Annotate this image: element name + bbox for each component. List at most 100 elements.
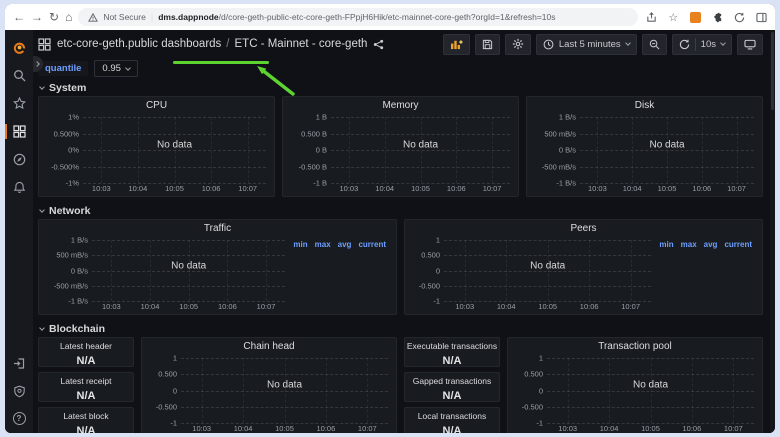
- y-axis-label: 1: [436, 236, 440, 245]
- breadcrumb-folder[interactable]: etc-core-geth.public dashboards: [57, 38, 221, 50]
- time-range-label: Last 5 minutes: [559, 39, 621, 50]
- y-axis: 10.5000-0.500-1: [146, 358, 181, 423]
- stat-title[interactable]: Gapped transactions: [413, 376, 491, 386]
- legend-max[interactable]: max: [315, 240, 331, 249]
- forward-icon[interactable]: →: [31, 11, 43, 23]
- history-icon[interactable]: [732, 10, 746, 24]
- x-axis-label: 10:06: [692, 184, 711, 193]
- legend-avg[interactable]: avg: [704, 240, 718, 249]
- legend-avg[interactable]: avg: [338, 240, 352, 249]
- chart-body: 10.5000-0.500-1No data10:0310:0410:0510:…: [508, 354, 762, 433]
- gridline-v: [456, 117, 457, 183]
- panel-row-network: Traffic1 B/s500 mB/s0 B/s-500 mB/s-1 B/s…: [38, 219, 763, 315]
- save-dashboard-button[interactable]: [475, 34, 500, 55]
- stat-title[interactable]: Latest header: [60, 341, 112, 351]
- chart-body: 1 B/s500 mB/s0 B/s-500 mB/s-1 B/sNo data…: [527, 113, 762, 196]
- y-axis-label: -1: [170, 419, 177, 428]
- gridline-v: [702, 117, 703, 183]
- row-header-network[interactable]: Network: [38, 203, 763, 219]
- time-range-picker[interactable]: Last 5 minutes: [536, 34, 637, 55]
- refresh-interval-label[interactable]: 10s: [701, 39, 716, 50]
- alerting-bell-icon[interactable]: [12, 180, 27, 195]
- panel-title[interactable]: Chain head: [142, 338, 396, 354]
- stat-title[interactable]: Latest block: [63, 411, 108, 421]
- x-axis-label: 10:06: [202, 184, 221, 193]
- help-icon[interactable]: ?: [13, 412, 26, 425]
- panel-title[interactable]: Peers: [405, 220, 762, 236]
- variable-label[interactable]: quantile: [38, 61, 88, 76]
- y-axis-label: 0.500: [158, 370, 177, 379]
- stat-panel-gapped-transactions: Gapped transactionsN/A: [404, 372, 500, 402]
- x-axis: 10:0310:0410:0510:0610:07: [547, 423, 754, 433]
- refresh-button-group[interactable]: 10s: [672, 34, 732, 55]
- address-bar[interactable]: Not Secure | dms.dappnode/d/core-geth-pu…: [78, 8, 638, 26]
- back-icon[interactable]: ←: [13, 11, 25, 23]
- breadcrumb-dashboard-title[interactable]: ETC - Mainnet - core-geth: [235, 38, 368, 50]
- gridline-h: [331, 167, 510, 168]
- cycle-view-mode-button[interactable]: [737, 34, 763, 55]
- gridline-h: [181, 407, 388, 408]
- y-axis: 1 B0.500 B0 B-0.500 B-1 B: [287, 117, 331, 183]
- search-icon[interactable]: [12, 68, 27, 83]
- legend: minmaxavg current: [659, 240, 752, 249]
- panel-cpu: CPU1%0.500%0%-0.500%-1%No data10:0310:04…: [38, 96, 275, 197]
- y-axis-label: -0.500 B: [299, 162, 327, 171]
- y-axis-label: -500 mB/s: [54, 281, 88, 290]
- url-text[interactable]: dms.dappnode/d/core-geth-public-etc-core…: [158, 12, 555, 22]
- chevron-down-icon: [39, 84, 45, 90]
- panel-title[interactable]: Memory: [283, 97, 518, 113]
- dashboard-settings-button[interactable]: [505, 34, 531, 55]
- panel-title[interactable]: CPU: [39, 97, 274, 113]
- explore-compass-icon[interactable]: [12, 152, 27, 167]
- not-secure-warning-icon[interactable]: [88, 13, 98, 22]
- stat-value: N/A: [77, 390, 96, 402]
- legend-min[interactable]: min: [293, 240, 307, 249]
- legend-current[interactable]: current: [724, 240, 752, 249]
- share-icon[interactable]: [644, 10, 658, 24]
- bookmark-star-icon[interactable]: ☆: [666, 10, 680, 24]
- metamask-extension-icon[interactable]: [688, 10, 702, 24]
- share-dashboard-icon[interactable]: [373, 39, 384, 50]
- grafana-logo[interactable]: [12, 40, 27, 55]
- zoom-out-button[interactable]: [642, 34, 667, 55]
- scrollbar-thumb[interactable]: [771, 32, 774, 110]
- panel-row-blockchain: Latest header N/A Latest receipt N/A Latest …: [38, 337, 763, 433]
- panel-title[interactable]: Disk: [527, 97, 762, 113]
- legend-current[interactable]: current: [358, 240, 386, 249]
- y-axis: 1%0.500%0%-0.500%-1%: [43, 117, 83, 183]
- browser-toolbar: ← → ↻ ⌂ Not Secure | dms.dappnode/d/core…: [5, 4, 775, 30]
- dashboard-main: etc-core-geth.public dashboards / ETC - …: [33, 30, 775, 433]
- server-admin-shield-icon[interactable]: [12, 384, 27, 399]
- y-axis-label: -1 B: [313, 179, 327, 188]
- stat-title[interactable]: Executable transactions: [407, 341, 497, 351]
- side-panel-icon[interactable]: [754, 10, 768, 24]
- y-axis-label: 1: [539, 354, 543, 363]
- legend-min[interactable]: min: [659, 240, 673, 249]
- page-scrollbar[interactable]: [770, 30, 775, 433]
- row-header-system[interactable]: System: [38, 80, 763, 96]
- dashboards-icon[interactable]: [12, 124, 27, 139]
- no-data-text: No data: [633, 380, 668, 391]
- y-axis-label: 0: [436, 266, 440, 275]
- x-axis-label: 10:04: [623, 184, 642, 193]
- reload-icon[interactable]: ↻: [49, 11, 59, 23]
- chevron-down-icon: [720, 40, 726, 46]
- extensions-puzzle-icon[interactable]: [710, 10, 724, 24]
- stat-value: N/A: [77, 425, 96, 433]
- plot-area: No data: [580, 117, 754, 183]
- sign-in-icon[interactable]: [12, 356, 27, 371]
- panel-title[interactable]: Traffic: [39, 220, 396, 236]
- x-axis-label: 10:03: [102, 302, 121, 311]
- divider: [695, 38, 696, 51]
- starred-icon[interactable]: [12, 96, 27, 111]
- add-panel-button[interactable]: [443, 34, 470, 55]
- legend-max[interactable]: max: [681, 240, 697, 249]
- stat-title[interactable]: Latest receipt: [60, 376, 111, 386]
- not-secure-label[interactable]: Not Secure: [103, 12, 146, 22]
- panel-title[interactable]: Transaction pool: [508, 338, 762, 354]
- row-header-blockchain[interactable]: Blockchain: [38, 321, 763, 337]
- variable-value-dropdown[interactable]: 0.95: [94, 60, 138, 77]
- x-axis: 10:0310:0410:0510:0610:07: [181, 423, 388, 433]
- home-icon[interactable]: ⌂: [65, 11, 72, 23]
- stat-title[interactable]: Local transactions: [418, 411, 487, 421]
